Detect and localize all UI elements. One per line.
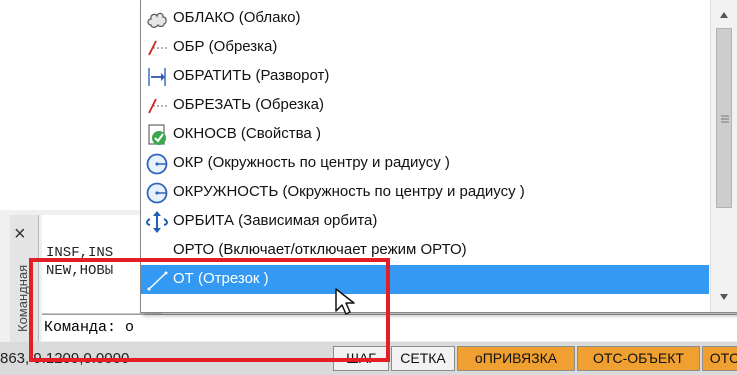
dropdown-item-label: ОКРУЖНОСТЬ (Окружность по центру и радиу… [173, 183, 525, 200]
scroll-thumb[interactable] [716, 28, 732, 208]
osnap-button[interactable]: оПРИВЯЗКА [457, 346, 575, 371]
dropdown-item-label: ОКР (Окружность по центру и радиусу ) [173, 154, 450, 171]
dropdown-item-label: ОБРЕЗАТЬ (Обрезка) [173, 96, 324, 113]
dropdown-item[interactable]: ОКР (Окружность по центру и радиусу ) [141, 149, 709, 178]
dropdown-item-label: ОРТО (Включает/отключает режим ОРТО) [173, 241, 467, 258]
dropdown-item[interactable]: ОРБИТА (Зависимая орбита) [141, 207, 709, 236]
trim-icon [148, 98, 168, 114]
dropdown-item-label: ОБРАТИТЬ (Разворот) [173, 67, 330, 84]
cursor-icon [335, 288, 355, 315]
ots-button[interactable]: ОТС [702, 346, 737, 371]
scroll-down-icon[interactable] [711, 282, 737, 312]
properties-icon [148, 124, 166, 145]
grip-icon [721, 115, 729, 123]
dropdown-item[interactable]: ОКНОСВ (Свойства ) [141, 120, 709, 149]
cloud-icon [147, 12, 167, 28]
dropdown-item[interactable]: ОБР (Обрезка) [141, 33, 709, 62]
circle-icon [146, 182, 168, 204]
circle-icon [146, 153, 168, 175]
dropdown-item[interactable]: ОБРЕЗАТЬ (Обрезка) [141, 91, 709, 120]
dropdown-item[interactable]: ОКРУЖНОСТЬ (Окружность по центру и радиу… [141, 178, 709, 207]
dropdown-item-label: ОКНОСВ (Свойства ) [173, 125, 321, 142]
otrack-button[interactable]: ОТС-ОБЪЕКТ [577, 346, 700, 371]
dropdown-item-label: ОБЛАКО (Облако) [173, 9, 301, 26]
grid-button[interactable]: СЕТКА [391, 346, 455, 371]
dropdown-item[interactable]: ОБЛАКО (Облако) [141, 4, 709, 33]
trim-icon [148, 40, 168, 56]
close-icon[interactable]: × [14, 224, 26, 244]
scrollbar[interactable] [710, 0, 737, 312]
dropdown-item[interactable]: ОБРАТИТЬ (Разворот) [141, 62, 709, 91]
dropdown-item-label: ОРБИТА (Зависимая орбита) [173, 212, 378, 229]
scroll-up-icon[interactable] [711, 0, 737, 30]
dropdown-item-label: ОБР (Обрезка) [173, 38, 278, 55]
orbit-icon [146, 211, 168, 233]
reverse-icon [148, 68, 166, 86]
